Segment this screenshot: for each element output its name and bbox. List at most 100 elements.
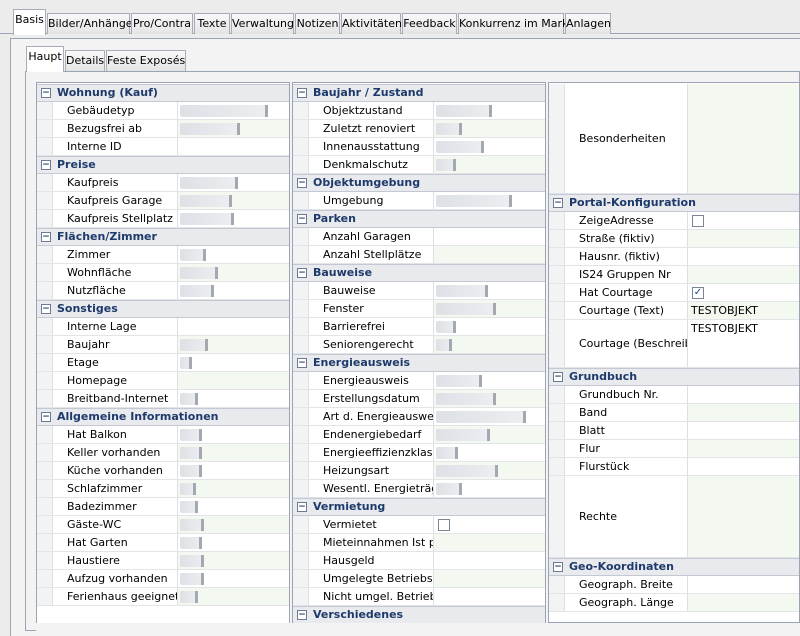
property-value-geograph-breite[interactable] bbox=[688, 576, 799, 593]
property-value-erstellungsdatum[interactable] bbox=[434, 390, 545, 407]
property-value-kaufpreis[interactable] bbox=[178, 174, 289, 191]
property-value-kaufpreis-stellplatz[interactable] bbox=[178, 210, 289, 227]
group-header-vermietung[interactable]: − Vermietung bbox=[293, 498, 545, 516]
property-value-aufzug-vorhanden[interactable] bbox=[178, 570, 289, 587]
checkbox-hat-courtage[interactable]: ✓ bbox=[692, 287, 704, 299]
property-value-blatt[interactable] bbox=[688, 422, 799, 439]
property-value-fenster[interactable] bbox=[434, 300, 545, 317]
collapse-toggle-icon[interactable]: − bbox=[297, 178, 307, 188]
property-value-interne-id[interactable] bbox=[178, 138, 289, 155]
collapse-toggle-icon[interactable]: − bbox=[41, 232, 51, 242]
property-value-wohnflaeche[interactable] bbox=[178, 264, 289, 281]
property-value-haustiere[interactable] bbox=[178, 552, 289, 569]
property-value-hat-courtage[interactable]: ✓ bbox=[688, 284, 799, 301]
group-header-parken[interactable]: − Parken bbox=[293, 210, 545, 228]
checkbox-zeige-adresse[interactable] bbox=[692, 215, 704, 227]
group-header-flaechen-zimmer[interactable]: − Flächen/Zimmer bbox=[37, 228, 289, 246]
property-value-wesentl-energietraeger[interactable] bbox=[434, 480, 545, 497]
property-value-rechte[interactable] bbox=[688, 476, 799, 557]
property-value-courtage-beschreibung[interactable]: TESTOBJEKT bbox=[688, 320, 799, 367]
property-value-kaufpreis-garage[interactable] bbox=[178, 192, 289, 209]
group-header-geo-koordinaten[interactable]: − Geo-Koordinaten bbox=[549, 558, 799, 576]
collapse-toggle-icon[interactable]: − bbox=[297, 88, 307, 98]
collapse-toggle-icon[interactable]: − bbox=[41, 304, 51, 314]
group-header-preise[interactable]: − Preise bbox=[37, 156, 289, 174]
collapse-toggle-icon[interactable]: − bbox=[41, 160, 51, 170]
tab-texte[interactable]: Texte bbox=[194, 13, 230, 34]
group-header-sonstiges[interactable]: − Sonstiges bbox=[37, 300, 289, 318]
property-value-anzahl-stellplaetze[interactable] bbox=[434, 246, 545, 263]
property-value-bauweise[interactable] bbox=[434, 282, 545, 299]
tab-anlagen[interactable]: Anlagen bbox=[565, 13, 611, 34]
property-value-energieausweis[interactable] bbox=[434, 372, 545, 389]
group-header-verschiedenes[interactable]: − Verschiedenes bbox=[293, 606, 545, 624]
property-value-heizungsart[interactable] bbox=[434, 462, 545, 479]
property-value-umgebung[interactable] bbox=[434, 192, 545, 209]
property-value-vermietet[interactable] bbox=[434, 516, 545, 533]
property-value-breitband-internet[interactable] bbox=[178, 390, 289, 407]
group-header-baujahr-zustand[interactable]: − Baujahr / Zustand bbox=[293, 84, 545, 102]
property-value-kueche-vorhanden[interactable] bbox=[178, 462, 289, 479]
property-value-courtage-text[interactable]: TESTOBJEKT bbox=[688, 302, 799, 319]
tab-konkurrenz-im-markt[interactable]: Konkurrenz im Markt bbox=[458, 13, 573, 34]
property-value-umgelegte-betriebskosten[interactable] bbox=[434, 570, 545, 587]
group-header-bauweise[interactable]: − Bauweise bbox=[293, 264, 545, 282]
group-header-energieausweis[interactable]: − Energieausweis bbox=[293, 354, 545, 372]
property-value-gaeste-wc[interactable] bbox=[178, 516, 289, 533]
tab-verwaltung[interactable]: Verwaltung bbox=[231, 13, 294, 34]
property-value-strasse-fiktiv[interactable] bbox=[688, 230, 799, 247]
property-value-innenausstattung[interactable] bbox=[434, 138, 545, 155]
property-value-ferienhaus-geeignet[interactable] bbox=[178, 588, 289, 605]
tab-basis[interactable]: Basis bbox=[13, 9, 46, 35]
subtab-feste-exposes[interactable]: Feste Exposés bbox=[106, 50, 186, 71]
collapse-toggle-icon[interactable]: − bbox=[553, 562, 563, 572]
property-value-keller-vorhanden[interactable] bbox=[178, 444, 289, 461]
property-value-hausnr-fiktiv[interactable] bbox=[688, 248, 799, 265]
group-header-allgemeine-informationen[interactable]: − Allgemeine Informationen bbox=[37, 408, 289, 426]
property-value-flurstueck[interactable] bbox=[688, 458, 799, 475]
property-value-baujahr[interactable] bbox=[178, 336, 289, 353]
property-value-endenergiebedarf[interactable] bbox=[434, 426, 545, 443]
group-header-wohnung-kauf[interactable]: − Wohnung (Kauf) bbox=[37, 84, 289, 102]
property-value-nutzflaeche[interactable] bbox=[178, 282, 289, 299]
property-value-schlafzimmer[interactable] bbox=[178, 480, 289, 497]
tab-notizen[interactable]: Notizen bbox=[295, 13, 340, 34]
collapse-toggle-icon[interactable]: − bbox=[297, 358, 307, 368]
property-value-grundbuch-nr[interactable] bbox=[688, 386, 799, 403]
property-value-mieteinnahmen-ist-p-a[interactable] bbox=[434, 534, 545, 551]
property-value-band[interactable] bbox=[688, 404, 799, 421]
property-value-denkmalschutz[interactable] bbox=[434, 156, 545, 173]
subtab-details[interactable]: Details bbox=[65, 50, 105, 71]
property-value-objektzustand[interactable] bbox=[434, 102, 545, 119]
collapse-toggle-icon[interactable]: − bbox=[297, 214, 307, 224]
property-value-energieeffizienzklasse[interactable] bbox=[434, 444, 545, 461]
property-value-nicht-umgel-betriebskosten[interactable] bbox=[434, 588, 545, 605]
property-value-is24-gruppen-nr[interactable] bbox=[688, 266, 799, 283]
property-value-gebaeudetyp[interactable] bbox=[178, 102, 289, 119]
property-value-interne-lage[interactable] bbox=[178, 318, 289, 335]
property-value-seniorengerecht[interactable] bbox=[434, 336, 545, 353]
property-value-art-d-energieausweis[interactable] bbox=[434, 408, 545, 425]
collapse-toggle-icon[interactable]: − bbox=[41, 412, 51, 422]
collapse-toggle-icon[interactable]: − bbox=[297, 610, 307, 620]
subtab-haupt[interactable]: Haupt bbox=[26, 46, 64, 72]
property-value-badezimmer[interactable] bbox=[178, 498, 289, 515]
collapse-toggle-icon[interactable]: − bbox=[297, 502, 307, 512]
checkbox-vermietet[interactable] bbox=[438, 519, 450, 531]
property-value-hat-garten[interactable] bbox=[178, 534, 289, 551]
collapse-toggle-icon[interactable]: − bbox=[553, 372, 563, 382]
collapse-toggle-icon[interactable]: − bbox=[553, 198, 563, 208]
property-value-zimmer[interactable] bbox=[178, 246, 289, 263]
property-value-zuletzt-renoviert[interactable] bbox=[434, 120, 545, 137]
tab-pro-contra[interactable]: Pro/Contra bbox=[131, 13, 193, 34]
property-value-hausgeld[interactable] bbox=[434, 552, 545, 569]
property-value-anzahl-garagen[interactable] bbox=[434, 228, 545, 245]
property-value-etage[interactable] bbox=[178, 354, 289, 371]
tab-bilder-anhaenge[interactable]: Bilder/Anhänge bbox=[47, 13, 133, 34]
group-header-objektumgebung[interactable]: − Objektumgebung bbox=[293, 174, 545, 192]
group-header-grundbuch[interactable]: − Grundbuch bbox=[549, 368, 799, 386]
property-value-besonderheiten[interactable] bbox=[688, 84, 799, 193]
group-header-portal-konfiguration[interactable]: − Portal-Konfiguration bbox=[549, 194, 799, 212]
property-value-hat-balkon[interactable] bbox=[178, 426, 289, 443]
collapse-toggle-icon[interactable]: − bbox=[297, 268, 307, 278]
